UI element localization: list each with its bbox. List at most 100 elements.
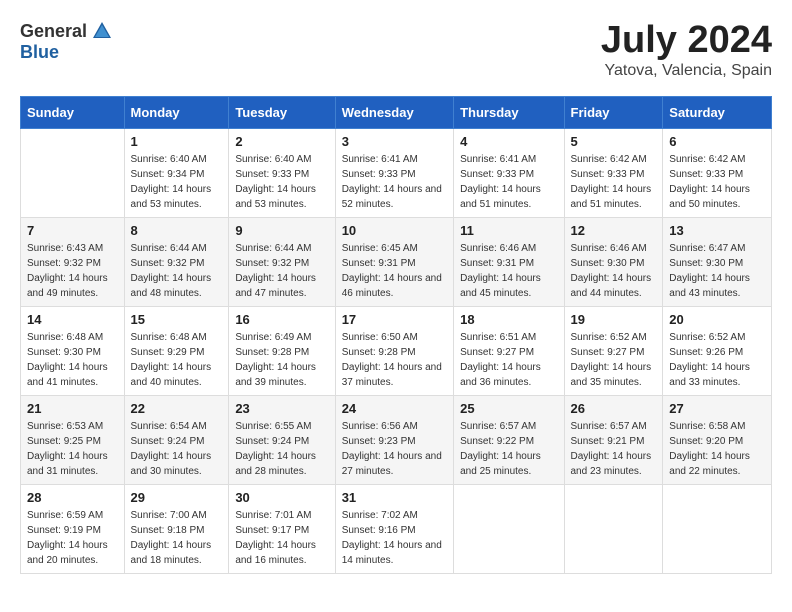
calendar-cell: 27 Sunrise: 6:58 AMSunset: 9:20 PMDaylig… [663, 395, 772, 484]
day-info: Sunrise: 6:43 AMSunset: 9:32 PMDaylight:… [27, 241, 118, 301]
title-block: July 2024 Yatova, Valencia, Spain [601, 20, 772, 80]
day-number: 9 [235, 223, 328, 238]
calendar-cell: 1 Sunrise: 6:40 AMSunset: 9:34 PMDayligh… [124, 128, 229, 217]
day-number: 3 [342, 134, 447, 149]
day-number: 26 [571, 401, 657, 416]
day-info: Sunrise: 6:41 AMSunset: 9:33 PMDaylight:… [460, 152, 557, 212]
day-number: 18 [460, 312, 557, 327]
day-number: 5 [571, 134, 657, 149]
calendar-cell: 24 Sunrise: 6:56 AMSunset: 9:23 PMDaylig… [335, 395, 453, 484]
day-number: 31 [342, 490, 447, 505]
calendar-cell: 21 Sunrise: 6:53 AMSunset: 9:25 PMDaylig… [21, 395, 125, 484]
day-info: Sunrise: 6:50 AMSunset: 9:28 PMDaylight:… [342, 330, 447, 390]
day-info: Sunrise: 6:44 AMSunset: 9:32 PMDaylight:… [131, 241, 223, 301]
day-info: Sunrise: 6:45 AMSunset: 9:31 PMDaylight:… [342, 241, 447, 301]
day-number: 11 [460, 223, 557, 238]
day-number: 4 [460, 134, 557, 149]
day-info: Sunrise: 6:57 AMSunset: 9:21 PMDaylight:… [571, 419, 657, 479]
calendar-week-row: 7 Sunrise: 6:43 AMSunset: 9:32 PMDayligh… [21, 217, 772, 306]
calendar-cell: 29 Sunrise: 7:00 AMSunset: 9:18 PMDaylig… [124, 484, 229, 573]
calendar-cell: 26 Sunrise: 6:57 AMSunset: 9:21 PMDaylig… [564, 395, 663, 484]
calendar-cell: 7 Sunrise: 6:43 AMSunset: 9:32 PMDayligh… [21, 217, 125, 306]
calendar-cell: 3 Sunrise: 6:41 AMSunset: 9:33 PMDayligh… [335, 128, 453, 217]
calendar-cell: 20 Sunrise: 6:52 AMSunset: 9:26 PMDaylig… [663, 306, 772, 395]
day-number: 15 [131, 312, 223, 327]
day-info: Sunrise: 6:42 AMSunset: 9:33 PMDaylight:… [571, 152, 657, 212]
page-header: General Blue July 2024 Yatova, Valencia,… [20, 20, 772, 80]
day-of-week-header: Friday [564, 96, 663, 128]
calendar-cell: 16 Sunrise: 6:49 AMSunset: 9:28 PMDaylig… [229, 306, 335, 395]
calendar-cell [564, 484, 663, 573]
day-info: Sunrise: 6:46 AMSunset: 9:31 PMDaylight:… [460, 241, 557, 301]
calendar-cell: 31 Sunrise: 7:02 AMSunset: 9:16 PMDaylig… [335, 484, 453, 573]
calendar-header-row: SundayMondayTuesdayWednesdayThursdayFrid… [21, 96, 772, 128]
calendar-cell: 18 Sunrise: 6:51 AMSunset: 9:27 PMDaylig… [454, 306, 564, 395]
day-of-week-header: Tuesday [229, 96, 335, 128]
day-of-week-header: Monday [124, 96, 229, 128]
day-number: 27 [669, 401, 765, 416]
calendar-cell: 2 Sunrise: 6:40 AMSunset: 9:33 PMDayligh… [229, 128, 335, 217]
calendar-cell: 13 Sunrise: 6:47 AMSunset: 9:30 PMDaylig… [663, 217, 772, 306]
day-number: 19 [571, 312, 657, 327]
day-info: Sunrise: 6:44 AMSunset: 9:32 PMDaylight:… [235, 241, 328, 301]
calendar-cell: 12 Sunrise: 6:46 AMSunset: 9:30 PMDaylig… [564, 217, 663, 306]
day-number: 12 [571, 223, 657, 238]
day-of-week-header: Thursday [454, 96, 564, 128]
logo-general-text: General [20, 21, 87, 42]
day-number: 7 [27, 223, 118, 238]
calendar-cell: 17 Sunrise: 6:50 AMSunset: 9:28 PMDaylig… [335, 306, 453, 395]
calendar-cell: 5 Sunrise: 6:42 AMSunset: 9:33 PMDayligh… [564, 128, 663, 217]
calendar-table: SundayMondayTuesdayWednesdayThursdayFrid… [20, 96, 772, 574]
day-info: Sunrise: 6:51 AMSunset: 9:27 PMDaylight:… [460, 330, 557, 390]
day-info: Sunrise: 6:52 AMSunset: 9:26 PMDaylight:… [669, 330, 765, 390]
day-info: Sunrise: 6:42 AMSunset: 9:33 PMDaylight:… [669, 152, 765, 212]
day-info: Sunrise: 6:48 AMSunset: 9:30 PMDaylight:… [27, 330, 118, 390]
month-year-title: July 2024 [601, 20, 772, 62]
calendar-cell: 11 Sunrise: 6:46 AMSunset: 9:31 PMDaylig… [454, 217, 564, 306]
day-info: Sunrise: 6:53 AMSunset: 9:25 PMDaylight:… [27, 419, 118, 479]
day-number: 24 [342, 401, 447, 416]
day-number: 8 [131, 223, 223, 238]
day-info: Sunrise: 6:49 AMSunset: 9:28 PMDaylight:… [235, 330, 328, 390]
day-number: 10 [342, 223, 447, 238]
calendar-cell: 15 Sunrise: 6:48 AMSunset: 9:29 PMDaylig… [124, 306, 229, 395]
calendar-cell: 8 Sunrise: 6:44 AMSunset: 9:32 PMDayligh… [124, 217, 229, 306]
calendar-cell: 9 Sunrise: 6:44 AMSunset: 9:32 PMDayligh… [229, 217, 335, 306]
day-number: 28 [27, 490, 118, 505]
logo-icon [91, 20, 113, 42]
day-info: Sunrise: 6:48 AMSunset: 9:29 PMDaylight:… [131, 330, 223, 390]
calendar-cell: 30 Sunrise: 7:01 AMSunset: 9:17 PMDaylig… [229, 484, 335, 573]
day-number: 25 [460, 401, 557, 416]
calendar-week-row: 14 Sunrise: 6:48 AMSunset: 9:30 PMDaylig… [21, 306, 772, 395]
day-number: 29 [131, 490, 223, 505]
location-text: Yatova, Valencia, Spain [601, 62, 772, 80]
calendar-cell [663, 484, 772, 573]
day-info: Sunrise: 7:02 AMSunset: 9:16 PMDaylight:… [342, 508, 447, 568]
calendar-cell: 10 Sunrise: 6:45 AMSunset: 9:31 PMDaylig… [335, 217, 453, 306]
calendar-cell: 23 Sunrise: 6:55 AMSunset: 9:24 PMDaylig… [229, 395, 335, 484]
day-info: Sunrise: 6:58 AMSunset: 9:20 PMDaylight:… [669, 419, 765, 479]
calendar-cell: 4 Sunrise: 6:41 AMSunset: 9:33 PMDayligh… [454, 128, 564, 217]
calendar-cell: 19 Sunrise: 6:52 AMSunset: 9:27 PMDaylig… [564, 306, 663, 395]
day-info: Sunrise: 6:57 AMSunset: 9:22 PMDaylight:… [460, 419, 557, 479]
day-of-week-header: Sunday [21, 96, 125, 128]
calendar-cell [454, 484, 564, 573]
day-info: Sunrise: 6:40 AMSunset: 9:34 PMDaylight:… [131, 152, 223, 212]
day-info: Sunrise: 6:55 AMSunset: 9:24 PMDaylight:… [235, 419, 328, 479]
day-number: 30 [235, 490, 328, 505]
day-info: Sunrise: 6:52 AMSunset: 9:27 PMDaylight:… [571, 330, 657, 390]
day-number: 14 [27, 312, 118, 327]
calendar-week-row: 28 Sunrise: 6:59 AMSunset: 9:19 PMDaylig… [21, 484, 772, 573]
calendar-cell: 14 Sunrise: 6:48 AMSunset: 9:30 PMDaylig… [21, 306, 125, 395]
day-info: Sunrise: 6:59 AMSunset: 9:19 PMDaylight:… [27, 508, 118, 568]
day-info: Sunrise: 6:41 AMSunset: 9:33 PMDaylight:… [342, 152, 447, 212]
day-number: 6 [669, 134, 765, 149]
calendar-cell [21, 128, 125, 217]
calendar-cell: 6 Sunrise: 6:42 AMSunset: 9:33 PMDayligh… [663, 128, 772, 217]
logo-blue-text: Blue [20, 42, 59, 63]
day-number: 13 [669, 223, 765, 238]
day-number: 1 [131, 134, 223, 149]
calendar-cell: 25 Sunrise: 6:57 AMSunset: 9:22 PMDaylig… [454, 395, 564, 484]
day-number: 23 [235, 401, 328, 416]
calendar-week-row: 21 Sunrise: 6:53 AMSunset: 9:25 PMDaylig… [21, 395, 772, 484]
